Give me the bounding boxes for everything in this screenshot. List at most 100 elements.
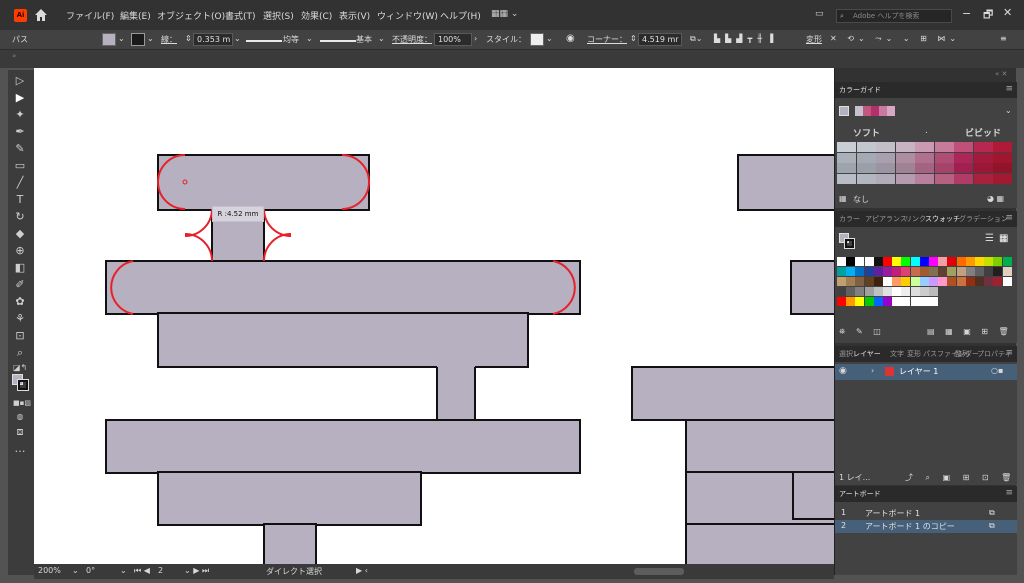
menu-view[interactable]: 表示(V) xyxy=(339,9,370,22)
swatch-cell[interactable] xyxy=(837,257,846,266)
menu-object[interactable]: オブジェクト(O) xyxy=(157,9,225,22)
swatch-cell[interactable] xyxy=(855,287,865,296)
menu-help[interactable]: ヘルプ(H) xyxy=(440,9,481,22)
swatch-cell[interactable] xyxy=(938,267,948,276)
harmony-dropdown-icon[interactable]: ⌄ xyxy=(1005,106,1012,115)
color-variation-cell[interactable] xyxy=(915,152,934,163)
swatch-cell[interactable] xyxy=(910,257,920,266)
grid-view-icon[interactable]: ▦ xyxy=(999,233,1008,244)
color-mode-icons[interactable]: ■▪▨ xyxy=(13,396,31,410)
glyph-bar-lower[interactable] xyxy=(105,419,581,474)
swatch-cell[interactable] xyxy=(846,297,856,306)
color-variations-grid[interactable] xyxy=(837,142,1013,184)
tab-layers[interactable]: レイヤー xyxy=(853,349,881,359)
swatch-cell[interactable] xyxy=(846,277,856,286)
artboard-name[interactable]: アートボード 1 のコピー xyxy=(865,521,955,532)
curvature-tool-icon[interactable]: ✎ xyxy=(13,142,27,156)
right-glyph[interactable] xyxy=(631,154,834,564)
swatch-cell[interactable] xyxy=(837,297,846,306)
harmony-color-1[interactable] xyxy=(855,106,863,116)
swatch-cell[interactable] xyxy=(919,297,929,306)
home-icon[interactable] xyxy=(34,8,48,22)
colorguide-menu-icon[interactable]: ≡ xyxy=(1005,84,1013,94)
artboard-dropdown-icon[interactable]: ⌄ ▶ ⏭ xyxy=(184,566,209,576)
color-variation-cell[interactable] xyxy=(876,142,895,152)
profile-dropdown-icon[interactable]: ⌄ xyxy=(306,34,313,43)
stroke-weight-label[interactable]: 線： xyxy=(161,34,177,45)
collapse-icon[interactable]: » xyxy=(12,52,16,60)
stroke-dropdown-icon[interactable]: ⌄ xyxy=(147,34,154,43)
symbol-sprayer-icon[interactable]: ⚘ xyxy=(13,312,27,326)
harmony-color-4[interactable] xyxy=(879,106,887,116)
swatch-cell[interactable] xyxy=(929,257,938,266)
color-variation-cell[interactable] xyxy=(954,173,973,184)
glyph-foot[interactable] xyxy=(263,523,317,564)
swatch-cell[interactable] xyxy=(901,287,911,296)
swatch-cell[interactable] xyxy=(901,267,911,276)
color-variation-cell[interactable] xyxy=(993,142,1012,152)
direct-selection-tool-icon[interactable]: ▶ xyxy=(13,91,27,105)
artboard-row-selected[interactable]: 2 アートボード 1 のコピー ⧉ xyxy=(835,520,1017,533)
swatch-cell[interactable] xyxy=(873,297,883,306)
transform-label[interactable]: 変形 xyxy=(806,34,822,45)
tab-align[interactable]: 整列 xyxy=(955,349,969,359)
harmony-color-3[interactable] xyxy=(871,106,879,116)
base-color-swatch[interactable] xyxy=(839,106,849,116)
list-view-icon[interactable]: ☰ xyxy=(985,233,994,244)
stroke-weight-dropdown-icon[interactable]: ⌄ xyxy=(234,34,241,43)
swatch-cell[interactable] xyxy=(929,287,938,296)
swatch-stroke-indicator[interactable] xyxy=(844,238,855,249)
tab-gradient[interactable]: グラデーション xyxy=(959,214,1008,224)
color-variation-cell[interactable] xyxy=(954,163,973,173)
align-icons[interactable]: ▙▙▟┳╫▐ xyxy=(714,34,778,43)
selection-tool-icon[interactable]: ▷ xyxy=(13,74,27,88)
color-variation-cell[interactable] xyxy=(993,163,1012,173)
workspace-switcher-icon[interactable]: ▦▦ ⌄ xyxy=(491,9,518,19)
zoom-tool-icon[interactable]: ⌕ xyxy=(13,346,27,360)
menu-type[interactable]: 書式(T) xyxy=(225,9,256,22)
swatch-cell[interactable] xyxy=(864,287,874,296)
brush-dropdown-icon[interactable]: ⌄ xyxy=(378,34,385,43)
first-artboard-icon[interactable]: ⏮ ◀ xyxy=(134,566,150,576)
brush-basic-label[interactable]: 基本 xyxy=(356,34,372,45)
color-variation-cell[interactable] xyxy=(876,163,895,173)
swatch-cell[interactable] xyxy=(846,287,856,296)
swatch-cell[interactable] xyxy=(837,267,846,276)
corner-stepper-icon[interactable]: ⇕ xyxy=(630,34,637,43)
gradient-tool-icon[interactable]: ◧ xyxy=(13,261,27,275)
swatch-cell[interactable] xyxy=(938,257,948,266)
swatch-cell[interactable] xyxy=(864,297,874,306)
fill-swatch[interactable] xyxy=(102,33,116,46)
swatch-cell[interactable] xyxy=(919,287,929,296)
opacity-arrow-icon[interactable]: › xyxy=(474,34,477,43)
stroke-swatch[interactable] xyxy=(131,33,145,46)
swatch-cell[interactable] xyxy=(975,257,984,266)
rotation-value[interactable]: 0° xyxy=(86,566,95,575)
glyph-bar-wide[interactable] xyxy=(105,260,581,315)
limit-icon[interactable]: ▦ xyxy=(839,194,847,203)
menu-window[interactable]: ウィンドウ(W) xyxy=(377,9,438,22)
swatch-cell[interactable] xyxy=(873,287,883,296)
swatches-menu-icon[interactable]: ≡ xyxy=(1005,213,1013,223)
pen-tool-icon[interactable]: ✒ xyxy=(13,125,27,139)
tab-selection[interactable]: 選択 xyxy=(839,349,853,359)
blend-tool-icon[interactable]: ✿ xyxy=(13,295,27,309)
color-variation-cell[interactable] xyxy=(856,152,876,163)
tab-transform[interactable]: 変形 xyxy=(907,349,921,359)
color-variation-cell[interactable] xyxy=(876,152,895,163)
swatch-cell[interactable] xyxy=(864,257,874,266)
style-swatch[interactable] xyxy=(530,33,544,46)
color-variation-cell[interactable] xyxy=(837,173,856,184)
swatch-cell[interactable] xyxy=(993,267,1003,276)
layer-row[interactable]: ◉ › レイヤー 1 ○▪ xyxy=(835,364,1017,380)
shape-builder-icon[interactable]: ⊕ xyxy=(13,244,27,258)
rotation-dropdown-icon[interactable]: ⌄ xyxy=(120,566,127,575)
swatch-cell[interactable] xyxy=(883,257,892,266)
swatch-cell[interactable] xyxy=(883,287,892,296)
color-variation-cell[interactable] xyxy=(934,163,954,173)
swatch-cell[interactable] xyxy=(965,277,975,286)
tab-swatches[interactable]: スウォッチ xyxy=(925,214,960,224)
stroke-color-box[interactable] xyxy=(17,379,29,391)
color-variation-cell[interactable] xyxy=(856,173,876,184)
swatch-cell[interactable] xyxy=(855,277,865,286)
